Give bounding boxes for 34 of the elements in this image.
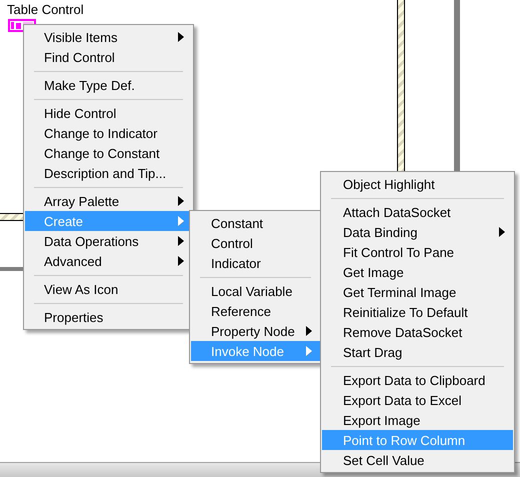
menu-item[interactable]: Description and Tip...	[25, 163, 192, 183]
menu-item[interactable]: Set Cell Value	[322, 450, 513, 470]
menu-item[interactable]: Control	[191, 233, 320, 253]
menu-item[interactable]: Change to Indicator	[25, 123, 192, 143]
menu-item[interactable]: Export Data to Excel	[322, 390, 513, 410]
menu-item[interactable]: Data Binding	[322, 222, 513, 242]
menu-item[interactable]: Array Palette	[25, 191, 192, 211]
menu-item[interactable]: Attach DataSocket	[322, 202, 513, 222]
menu-item[interactable]: Reinitialize To Default	[322, 302, 513, 322]
menu-item[interactable]: Start Drag	[322, 342, 513, 362]
menu-item[interactable]: Remove DataSocket	[322, 322, 513, 342]
menu-item[interactable]: Export Data to Clipboard	[322, 370, 513, 390]
menu-item[interactable]: View As Icon	[25, 279, 192, 299]
menu-item[interactable]: Reference	[191, 301, 320, 321]
menu-item[interactable]: Get Terminal Image	[322, 282, 513, 302]
menu-item[interactable]: Constant	[191, 213, 320, 233]
menu-item[interactable]: Find Control	[25, 47, 192, 67]
menu-item[interactable]: Export Image	[322, 410, 513, 430]
menu-item[interactable]: Make Type Def.	[25, 75, 192, 95]
menu-item[interactable]: Get Image	[322, 262, 513, 282]
menu-item[interactable]: Hide Control	[25, 103, 192, 123]
menu-item[interactable]: Fit Control To Pane	[322, 242, 513, 262]
menu-item[interactable]: Visible Items	[25, 27, 192, 47]
menu-item[interactable]: Advanced	[25, 251, 192, 271]
wire	[0, 213, 24, 221]
menu-item[interactable]: Property Node	[191, 321, 320, 341]
control-label: Table Control	[7, 2, 84, 17]
menu-item[interactable]: Properties	[25, 307, 192, 327]
wire	[0, 267, 24, 271]
menu-item[interactable]: Object Highlight	[322, 174, 513, 194]
menu-item[interactable]: Change to Constant	[25, 143, 192, 163]
menu-item[interactable]: Local Variable	[191, 281, 320, 301]
menu-item[interactable]: Indicator	[191, 253, 320, 273]
menu-item[interactable]: Data Operations	[25, 231, 192, 251]
